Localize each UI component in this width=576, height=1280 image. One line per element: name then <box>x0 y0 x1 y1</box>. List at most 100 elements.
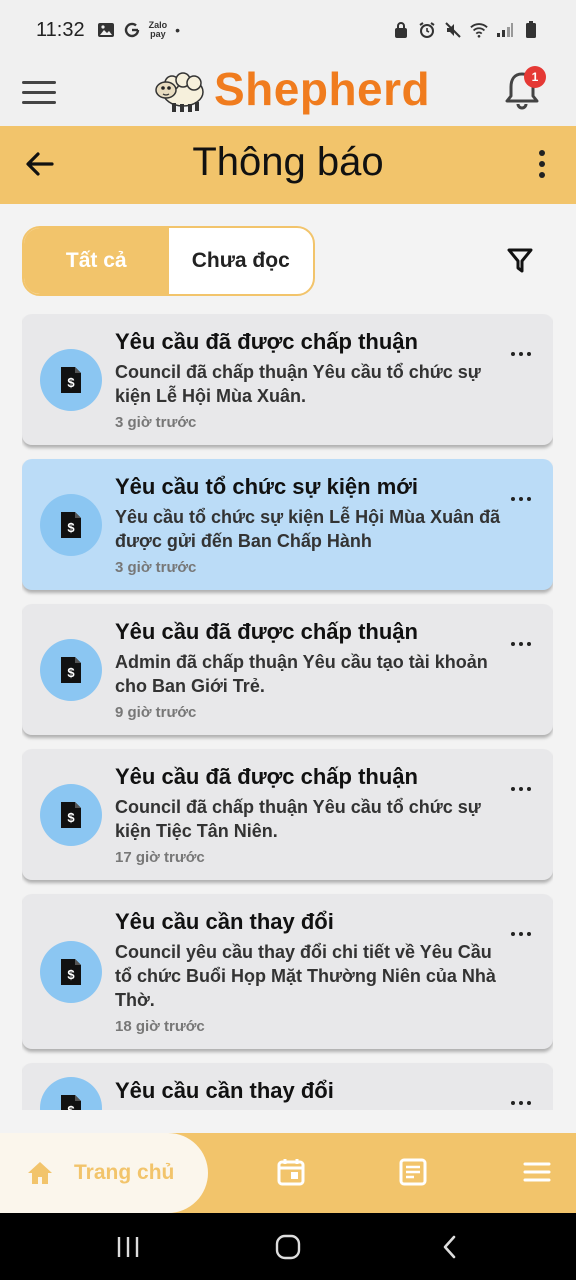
dot-icon <box>527 497 531 501</box>
dot-icon <box>519 642 523 646</box>
notification-title: Yêu cầu tổ chức sự kiện mới <box>115 474 419 499</box>
notification-card[interactable]: $ Yêu cầu cần thay đổi Council yêu cầu tha… <box>22 1063 553 1110</box>
nav-calendar[interactable] <box>276 1157 306 1187</box>
invoice-dollar-icon-avatar: $ <box>40 940 102 1003</box>
menu-line-icon <box>22 80 56 84</box>
dot-icon <box>527 352 531 356</box>
title-bar: Thông báo <box>0 126 576 204</box>
notification-time: 3 giờ trước <box>115 414 197 431</box>
zalo-line2: pay <box>150 29 166 39</box>
calendar-icon <box>277 1159 305 1186</box>
home-icon <box>28 1162 52 1184</box>
nav-menu[interactable] <box>522 1157 552 1187</box>
alarm-icon <box>418 21 436 39</box>
recent-apps-button[interactable] <box>114 1233 142 1261</box>
dot-icon <box>539 150 545 156</box>
status-dot: • <box>175 22 180 38</box>
page-title: Thông báo <box>192 140 384 184</box>
battery-icon <box>522 21 540 39</box>
nav-home[interactable]: Trang chủ <box>0 1133 208 1213</box>
invoice-dollar-icon: $ <box>61 958 81 985</box>
notification-more-button[interactable] <box>511 352 531 356</box>
notification-body: Council đã chấp thuận Yêu cầu tổ chức sự… <box>115 797 481 841</box>
dot-icon <box>527 1101 531 1105</box>
dot-icon <box>539 161 545 167</box>
invoice-dollar-icon: $ <box>61 366 81 393</box>
home-circle-icon <box>275 1234 301 1260</box>
invoice-dollar-icon: $ <box>61 656 81 683</box>
dot-icon <box>511 932 515 936</box>
system-nav-bar <box>0 1213 576 1280</box>
notification-body: Council đã chấp thuận Yêu cầu tổ chức sự… <box>115 362 481 406</box>
brand-name: Shepherd <box>214 63 431 115</box>
status-time: 11:32 <box>36 18 85 41</box>
filter-button[interactable] <box>506 246 534 276</box>
menu-icon <box>523 1162 551 1182</box>
menu-line-icon <box>22 90 56 94</box>
dot-icon <box>519 352 523 356</box>
notification-list: $ Yêu cầu đã được chấp thuận Council đã ch… <box>22 314 553 1110</box>
notification-badge: 1 <box>524 66 546 88</box>
chevron-left-icon <box>443 1235 456 1259</box>
dot-icon <box>539 172 545 178</box>
tab-unread[interactable]: Chưa đọc <box>169 228 314 294</box>
notification-card[interactable]: $ Yêu cầu tổ chức sự kiện mới Yêu cầu tổ c… <box>22 459 553 590</box>
notification-title: Yêu cầu đã được chấp thuận <box>115 329 418 354</box>
hamburger-menu-button[interactable] <box>22 74 58 110</box>
notification-card[interactable]: $ Yêu cầu cần thay đổi Council yêu cầu tha… <box>22 894 553 1049</box>
invoice-dollar-icon-avatar: $ <box>40 1077 102 1110</box>
notification-bell-button[interactable]: 1 <box>500 66 546 112</box>
filter-tabs: Tất cả Chưa đọc <box>22 226 315 296</box>
dot-icon <box>511 352 515 356</box>
lock-icon <box>392 21 410 39</box>
notification-body: Council yêu cầu thay đổi chi tiết về Yêu… <box>115 942 496 1010</box>
invoice-dollar-icon: $ <box>61 511 81 538</box>
filter-icon <box>507 248 533 273</box>
notification-more-button[interactable] <box>511 787 531 791</box>
app-header: Shepherd 1 <box>0 60 576 126</box>
notification-title: Yêu cầu đã được chấp thuận <box>115 764 418 789</box>
dot-icon <box>511 1101 515 1105</box>
document-icon <box>399 1158 427 1186</box>
invoice-dollar-icon-avatar: $ <box>40 783 102 846</box>
notification-title: Yêu cầu đã được chấp thuận <box>115 619 418 644</box>
notification-card[interactable]: $ Yêu cầu đã được chấp thuận Council đã ch… <box>22 314 553 445</box>
dot-icon <box>519 1101 523 1105</box>
notification-card[interactable]: $ Yêu cầu đã được chấp thuận Council đã ch… <box>22 749 553 880</box>
notification-more-button[interactable] <box>511 932 531 936</box>
notification-more-button[interactable] <box>511 497 531 501</box>
notification-more-button[interactable] <box>511 642 531 646</box>
invoice-dollar-icon: $ <box>61 1095 81 1110</box>
notification-time: 18 giờ trước <box>115 1018 205 1035</box>
dot-icon <box>511 642 515 646</box>
bottom-nav: Trang chủ <box>0 1133 576 1213</box>
more-options-button[interactable] <box>528 146 556 182</box>
dot-icon <box>527 642 531 646</box>
dot-icon <box>519 497 523 501</box>
dot-icon <box>511 497 515 501</box>
notification-time: 3 giờ trước <box>115 559 197 576</box>
nav-requests[interactable] <box>398 1157 428 1187</box>
status-bar: 11:32 Zalo pay • <box>0 0 576 60</box>
back-system-button[interactable] <box>436 1233 464 1261</box>
status-right-icons <box>392 21 540 39</box>
invoice-dollar-icon-avatar: $ <box>40 493 102 556</box>
notification-title: Yêu cầu cần thay đổi <box>115 909 334 934</box>
notification-time: 9 giờ trước <box>115 704 197 721</box>
wifi-icon <box>470 21 488 39</box>
status-left-icons: Zalo pay • <box>97 21 180 39</box>
dot-icon <box>511 787 515 791</box>
menu-line-icon <box>22 100 56 104</box>
notification-more-button[interactable] <box>511 1101 531 1105</box>
svg-text:$: $ <box>67 375 75 390</box>
dot-icon <box>519 787 523 791</box>
nav-home-label: Trang chủ <box>74 1161 175 1184</box>
notification-card[interactable]: $ Yêu cầu đã được chấp thuận Admin đã chấp… <box>22 604 553 735</box>
home-system-button[interactable] <box>274 1233 302 1261</box>
notification-time: 17 giờ trước <box>115 849 205 866</box>
notification-title: Yêu cầu cần thay đổi <box>115 1078 334 1103</box>
dot-icon <box>527 932 531 936</box>
notification-body: Admin đã chấp thuận Yêu cầu tạo tài khoả… <box>115 652 488 696</box>
tab-all[interactable]: Tất cả <box>24 228 169 294</box>
invoice-dollar-icon: $ <box>61 801 81 828</box>
